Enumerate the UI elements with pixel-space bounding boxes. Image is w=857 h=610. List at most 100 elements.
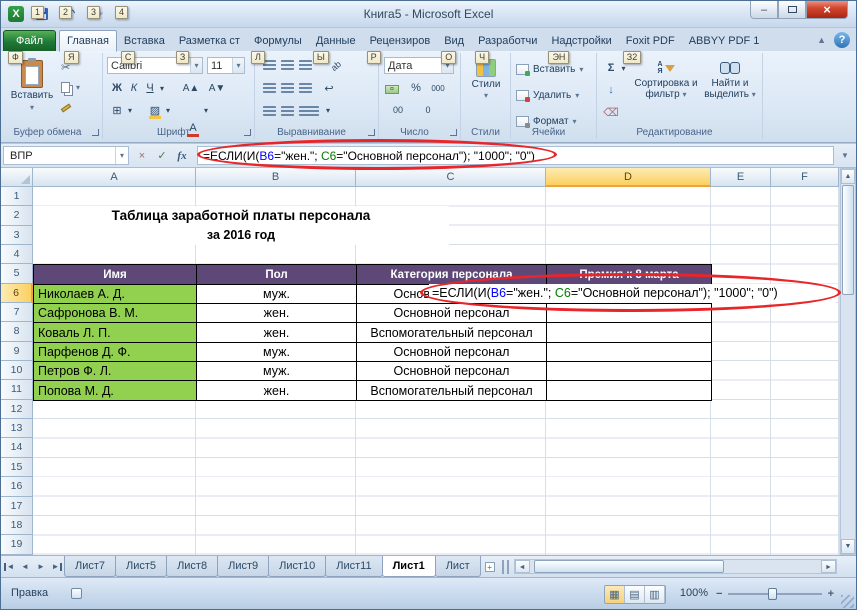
- row-header[interactable]: 4: [1, 245, 33, 264]
- sheet-tab[interactable]: Лист1: [382, 556, 436, 577]
- ribbon-tab[interactable]: ВидО: [437, 31, 471, 51]
- macro-record-icon[interactable]: [71, 588, 82, 599]
- cell-d8[interactable]: [547, 323, 712, 342]
- maximize-button[interactable]: [778, 1, 806, 19]
- cell-b11[interactable]: жен.: [197, 381, 357, 400]
- wrap-text-button[interactable]: ↩: [321, 79, 337, 97]
- name-box[interactable]: ВПР▾: [3, 146, 129, 165]
- font-size-select[interactable]: 11▾: [207, 57, 245, 74]
- row-header[interactable]: 14: [1, 438, 33, 457]
- row-header[interactable]: 12: [1, 400, 33, 419]
- column-header[interactable]: D: [546, 168, 711, 187]
- borders-button[interactable]: ⊞: [109, 101, 125, 119]
- last-sheet-button[interactable]: ►: [49, 556, 65, 577]
- sheet-tab[interactable]: Лист: [435, 556, 481, 577]
- row-header[interactable]: 15: [1, 458, 33, 477]
- find-select-button[interactable]: Найти и выделить ▾: [701, 57, 759, 124]
- scroll-down-icon[interactable]: ▼: [841, 539, 855, 554]
- ribbon-tab[interactable]: ABBYY PDF 1: [682, 31, 767, 51]
- comma-style-button[interactable]: 000: [427, 79, 449, 97]
- ribbon-tab[interactable]: ГлавнаяЯ: [59, 30, 117, 52]
- minimize-ribbon-icon[interactable]: ▲: [817, 35, 826, 45]
- zoom-in-icon[interactable]: +: [828, 588, 834, 600]
- underline-dropdown[interactable]: ▾: [157, 79, 167, 97]
- underline-button[interactable]: Ч: [143, 79, 157, 97]
- row-header[interactable]: 8: [1, 322, 33, 341]
- vertical-scroll-thumb[interactable]: [842, 185, 854, 295]
- cell-d9[interactable]: [547, 343, 712, 362]
- ribbon-tab[interactable]: ВставкаС: [117, 31, 172, 51]
- ribbon-tab[interactable]: НадстройкиЭН: [544, 31, 618, 51]
- cell-a10[interactable]: Петров Ф. Л.: [34, 362, 197, 381]
- styles-button[interactable]: Стили ▾: [464, 57, 508, 124]
- scroll-right-icon[interactable]: ►: [821, 560, 836, 573]
- horizontal-scrollbar[interactable]: ◄ ►: [514, 559, 837, 574]
- column-header[interactable]: E: [711, 168, 771, 187]
- autosum-button[interactable]: Σ: [603, 59, 619, 77]
- header-cell-bonus[interactable]: Премия к 8 марта: [547, 265, 712, 284]
- cell-a6[interactable]: Николаев А. Д.: [34, 285, 197, 304]
- merge-dropdown[interactable]: ▾: [323, 101, 333, 119]
- percent-button[interactable]: %: [409, 79, 423, 97]
- increase-indent-icon[interactable]: [281, 106, 294, 116]
- scroll-left-icon[interactable]: ◄: [515, 560, 530, 573]
- insert-worksheet-button[interactable]: +: [481, 556, 499, 577]
- row-header[interactable]: 2: [1, 206, 33, 225]
- insert-function-button[interactable]: fx: [172, 146, 192, 165]
- sheet-tab[interactable]: Лист10: [268, 556, 326, 577]
- row-header[interactable]: 5: [1, 264, 33, 283]
- zoom-thumb[interactable]: [768, 588, 777, 600]
- tab-split-handle[interactable]: [502, 560, 509, 574]
- delete-cells-button[interactable]: Удалить▾: [516, 87, 579, 103]
- cell-c10[interactable]: Основной персонал: [357, 362, 547, 381]
- cell-d10[interactable]: [547, 362, 712, 381]
- ribbon-tab[interactable]: Foxit PDFЗ2: [619, 31, 682, 51]
- row-header[interactable]: 9: [1, 342, 33, 361]
- fill-color-button[interactable]: ▨: [147, 101, 163, 119]
- decrease-decimal-button[interactable]: 0: [417, 101, 439, 119]
- paste-button[interactable]: Вставить ▾: [9, 56, 55, 128]
- sort-filter-button[interactable]: АЯ Сортировка и фильтр ▾: [633, 57, 699, 124]
- cell-c11[interactable]: Вспомогательный персонал: [357, 381, 547, 400]
- ribbon-tab[interactable]: ФайлФ: [3, 30, 56, 51]
- cell-b9[interactable]: муж.: [197, 343, 357, 362]
- bold-button[interactable]: Ж: [109, 79, 125, 97]
- row-header[interactable]: 6: [1, 284, 33, 303]
- row-header[interactable]: 7: [1, 303, 33, 322]
- fill-button[interactable]: ↓: [603, 81, 619, 99]
- font-color-dropdown[interactable]: ▾: [201, 101, 211, 119]
- sheet-tab[interactable]: Лист11: [325, 556, 382, 577]
- increase-decimal-button[interactable]: 00: [387, 101, 409, 119]
- fill-color-dropdown[interactable]: ▾: [163, 101, 173, 119]
- align-bottom-icon[interactable]: [299, 60, 312, 70]
- align-right-icon[interactable]: [299, 83, 312, 93]
- italic-button[interactable]: К: [127, 79, 141, 97]
- cell-a7[interactable]: Сафронова В. М.: [34, 304, 197, 323]
- select-all-corner[interactable]: [1, 168, 33, 187]
- cell-b8[interactable]: жен.: [197, 323, 357, 342]
- ribbon-tab[interactable]: Разметка стЗ: [172, 31, 247, 51]
- sheet-tab[interactable]: Лист5: [115, 556, 167, 577]
- cell-b7[interactable]: жен.: [197, 304, 357, 323]
- cell-d7[interactable]: [547, 304, 712, 323]
- header-cell-category[interactable]: Категория персонала: [357, 265, 547, 284]
- header-cell-gender[interactable]: Пол: [197, 265, 357, 284]
- scroll-up-icon[interactable]: ▲: [841, 169, 855, 184]
- sheet-tab[interactable]: Лист9: [217, 556, 269, 577]
- sheet-tab[interactable]: Лист8: [166, 556, 218, 577]
- ribbon-tab[interactable]: РазработчиЧ: [471, 31, 544, 51]
- row-header[interactable]: 13: [1, 419, 33, 438]
- page-layout-view-button[interactable]: ▤: [625, 586, 645, 603]
- cancel-entry-button[interactable]: ×: [132, 146, 152, 165]
- row-header[interactable]: 1: [1, 187, 33, 206]
- cell-a9[interactable]: Парфенов Д. Ф.: [34, 343, 197, 362]
- header-cell-name[interactable]: Имя: [34, 265, 197, 284]
- borders-dropdown[interactable]: ▾: [125, 101, 135, 119]
- align-middle-icon[interactable]: [281, 60, 294, 70]
- column-header[interactable]: B: [196, 168, 356, 187]
- row-header[interactable]: 11: [1, 380, 33, 399]
- zoom-slider[interactable]: − +: [716, 586, 834, 601]
- column-header[interactable]: A: [33, 168, 196, 187]
- cell-b10[interactable]: муж.: [197, 362, 357, 381]
- in-cell-formula-editor[interactable]: =ЕСЛИ(И(B6="жен."; C6="Основной персонал…: [429, 284, 836, 303]
